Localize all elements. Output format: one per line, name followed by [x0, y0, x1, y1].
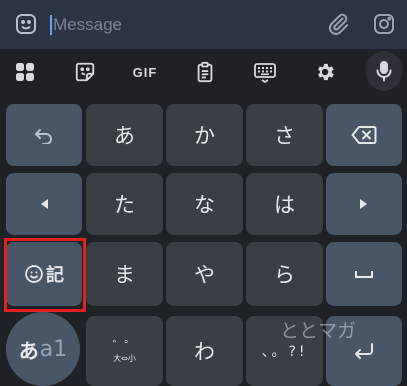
message-bar: Message — [0, 0, 407, 49]
microphone-button[interactable] — [366, 51, 402, 91]
space-key[interactable] — [326, 242, 402, 306]
key-ma[interactable]: ま — [86, 242, 163, 306]
undo-key[interactable] — [6, 104, 82, 166]
kana-alnum-mode-key[interactable]: あ a1 — [6, 312, 80, 386]
keyboard-icon[interactable] — [253, 60, 277, 84]
message-input[interactable]: Message — [50, 13, 310, 37]
text-cursor — [50, 15, 52, 35]
key-ya[interactable]: や — [166, 242, 243, 306]
enter-icon — [355, 343, 373, 359]
ki-label: 記 — [46, 265, 64, 286]
key-na[interactable]: な — [166, 173, 243, 235]
microphone-icon — [372, 59, 396, 83]
clipboard-icon[interactable] — [193, 60, 217, 84]
backspace-key[interactable] — [326, 104, 402, 166]
emoji-symbol-key[interactable]: 記 — [6, 242, 82, 306]
keyboard-toolbar: GIF — [0, 49, 407, 95]
undo-icon — [35, 129, 52, 144]
dakuten-label: ゛゜ 大⇔小 — [112, 340, 136, 363]
dakuten-size-key[interactable]: ゛゜ 大⇔小 — [86, 316, 163, 386]
key-ha[interactable]: は — [246, 173, 323, 235]
gif-button[interactable]: GIF — [128, 60, 162, 84]
alnum-mode-label: a1 — [39, 336, 68, 362]
cursor-left-key[interactable] — [6, 173, 82, 235]
cursor-right-key[interactable] — [326, 173, 402, 235]
paperclip-icon[interactable] — [326, 12, 350, 36]
sticker-icon[interactable] — [14, 12, 38, 36]
kana-mode-label: あ — [18, 338, 39, 363]
camera-icon[interactable] — [372, 12, 396, 36]
smiley-icon — [25, 265, 43, 283]
apps-grid-icon[interactable] — [13, 60, 37, 84]
size-toggle-mark: 大⇔小 — [113, 353, 136, 363]
punctuation-label: 、。?! — [261, 344, 308, 360]
punctuation-key[interactable]: 、。?! — [246, 316, 323, 386]
settings-gear-icon[interactable] — [313, 60, 337, 84]
enter-key[interactable] — [326, 316, 402, 386]
key-ta[interactable]: た — [86, 173, 163, 235]
dakuten-mark: ゛゜ — [112, 338, 137, 353]
sticker-icon[interactable] — [73, 60, 97, 84]
backspace-icon — [351, 126, 377, 144]
key-sa[interactable]: さ — [246, 104, 323, 166]
triangle-left-icon — [41, 199, 48, 209]
key-wa[interactable]: わ — [166, 316, 243, 386]
message-placeholder: Message — [53, 15, 122, 34]
triangle-right-icon — [360, 199, 367, 209]
emoji-symbol-label: 記 — [24, 261, 64, 287]
key-ka[interactable]: か — [166, 104, 243, 166]
key-ra[interactable]: ら — [246, 242, 323, 306]
key-a[interactable]: あ — [86, 104, 163, 166]
space-icon — [355, 271, 373, 278]
